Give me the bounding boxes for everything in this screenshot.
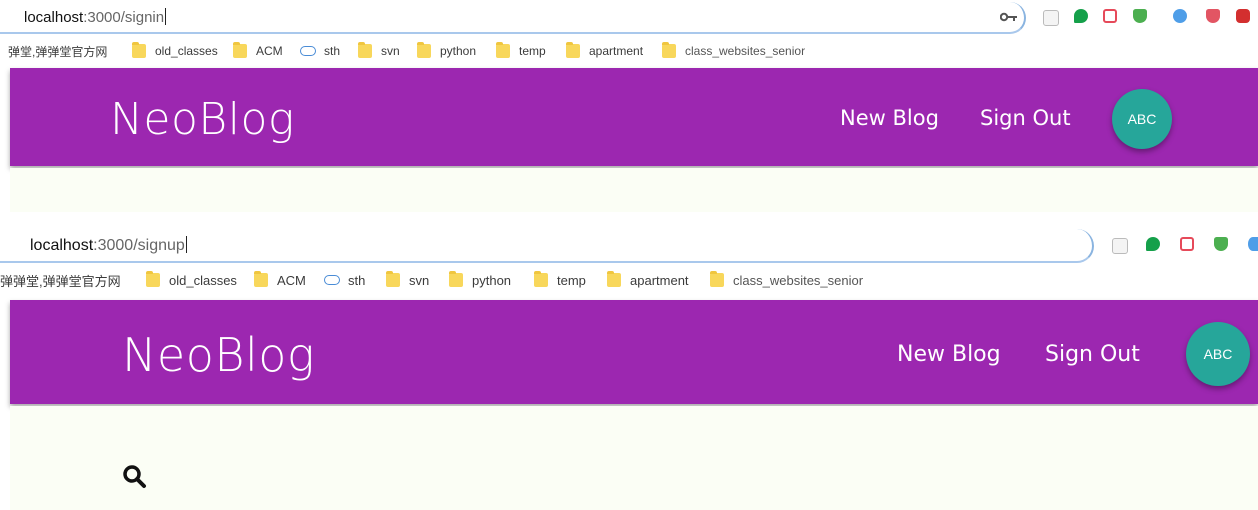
avatar-initials: ABC [1127,111,1157,127]
shield-extension-icon[interactable] [1206,9,1220,23]
bookmark-item[interactable]: sth [300,42,340,60]
bookmark-item[interactable]: 弹弹堂,弹弹堂官方网 [0,271,121,289]
bookmark-item[interactable]: old_classes [132,42,218,60]
adguard-extension-icon[interactable] [1214,237,1228,251]
url-path: :3000/signin [83,9,165,26]
bookmark-item[interactable]: old_classes [146,271,237,289]
evernote-extension-icon[interactable] [1074,9,1088,23]
bookmark-item[interactable]: ACM [254,271,306,289]
bookmark-item[interactable]: class_websites_senior [710,271,863,289]
address-bar-text[interactable]: localhost:3000/signin [24,8,167,28]
url-host: localhost [24,9,84,26]
youtube-extension-icon[interactable] [1236,9,1250,23]
nav-sign-out[interactable]: Sign Out [980,106,1071,130]
pdf-extension-icon[interactable] [1043,10,1059,26]
brand-logo[interactable]: NeoBlog [110,94,295,145]
bookmark-item[interactable]: class_websites_senior [662,42,805,60]
bookmark-item[interactable]: 弹堂,弹弹堂官方网 [8,42,107,60]
bookmark-item[interactable]: ACM [233,42,283,60]
url-host: localhost [30,237,94,254]
app-header: NeoBlog New Blog Sign Out ABC [10,300,1258,404]
avatar-initials: ABC [1203,346,1233,362]
nav-sign-out[interactable]: Sign Out [1045,342,1140,367]
url-path: :3000/signup [93,237,185,254]
bookmark-item[interactable]: temp [496,42,546,60]
pdf-extension-icon[interactable] [1112,238,1128,254]
brand-logo[interactable]: NeoBlog [122,328,315,382]
compass-extension-icon[interactable] [1173,9,1187,23]
bookmark-item[interactable]: apartment [607,271,689,289]
app-header: NeoBlog New Blog Sign Out ABC [10,68,1258,166]
bookmark-item[interactable]: temp [534,271,586,289]
page-content [10,406,1258,510]
bookmark-item[interactable]: apartment [566,42,643,60]
bookmark-item[interactable]: python [417,42,476,60]
bookmark-item[interactable]: svn [386,271,429,289]
search-icon[interactable] [122,464,148,495]
adguard-extension-icon[interactable] [1133,9,1147,23]
compass-extension-icon[interactable] [1248,237,1258,251]
evernote-extension-icon[interactable] [1146,237,1160,251]
pocket-extension-icon[interactable] [1103,9,1117,23]
address-bar-text[interactable]: localhost:3000/signup [30,236,187,256]
avatar[interactable]: ABC [1186,322,1250,386]
bookmark-item[interactable]: python [449,271,511,289]
nav-new-blog[interactable]: New Blog [840,106,939,130]
key-icon[interactable] [999,10,1018,28]
avatar[interactable]: ABC [1112,89,1172,149]
bookmark-item[interactable]: svn [358,42,400,60]
bookmark-item[interactable]: sth [324,271,365,289]
pocket-extension-icon[interactable] [1180,237,1194,251]
page-content [10,168,1258,212]
nav-new-blog[interactable]: New Blog [897,342,1001,367]
